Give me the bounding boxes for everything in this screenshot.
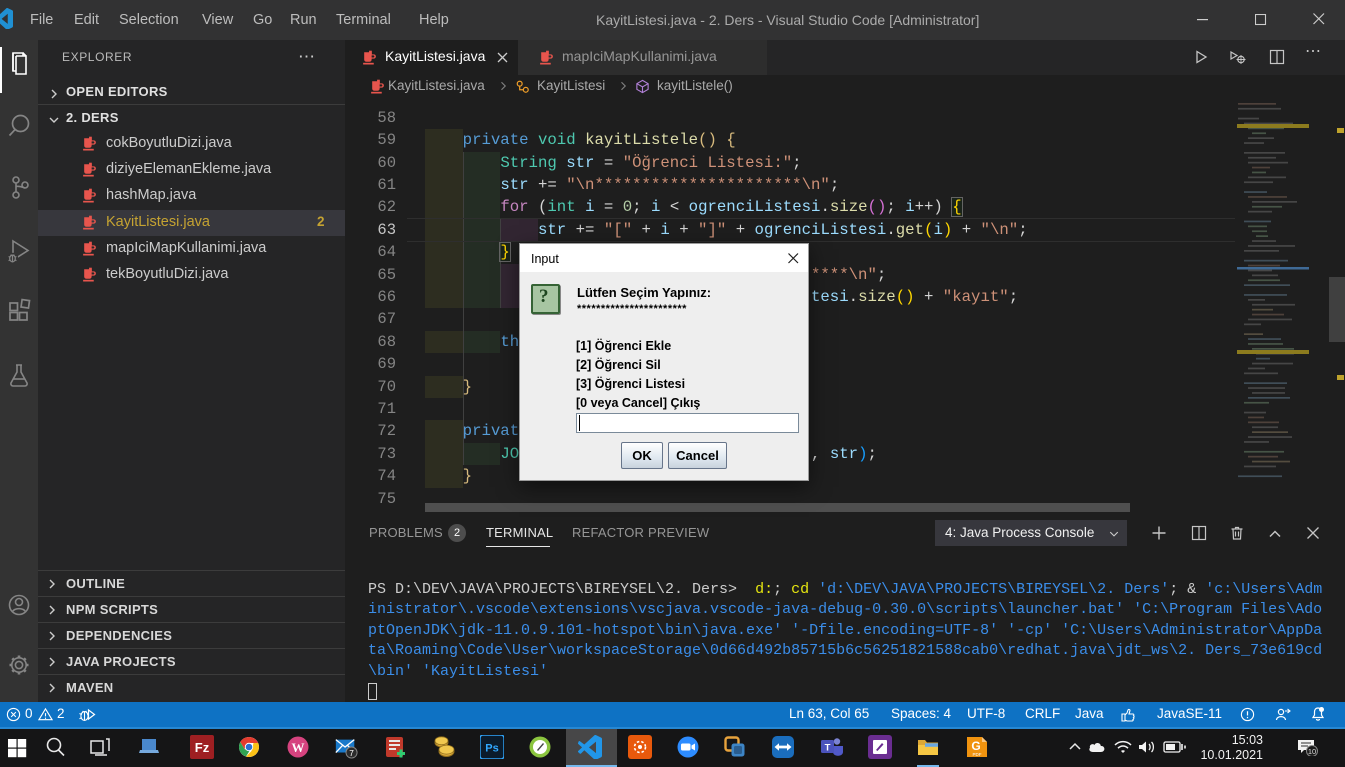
svg-text:PDF: PDF <box>973 752 982 757</box>
svg-text:Ps: Ps <box>485 743 498 755</box>
svg-text:7: 7 <box>349 748 354 758</box>
svg-text:W: W <box>292 740 305 755</box>
svg-text:10: 10 <box>1308 747 1316 756</box>
svg-text:Fz: Fz <box>195 740 210 755</box>
svg-text:G: G <box>971 739 980 753</box>
svg-text:T: T <box>825 743 831 754</box>
